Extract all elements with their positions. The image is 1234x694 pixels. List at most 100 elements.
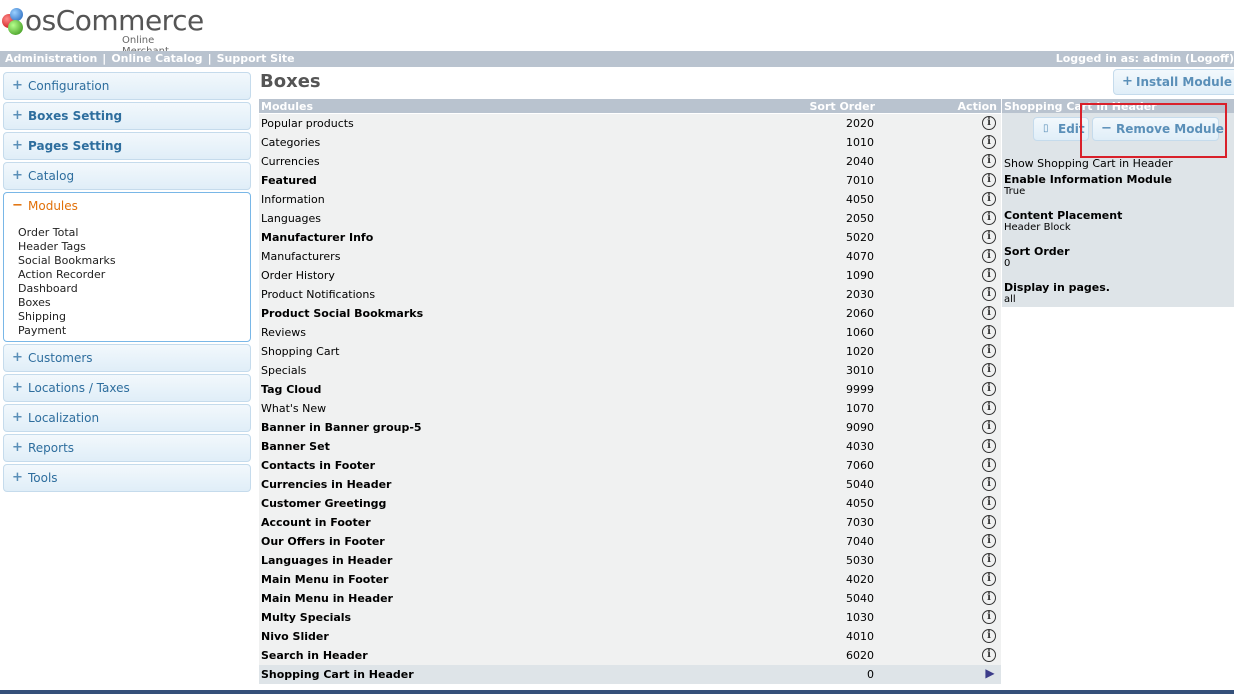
sidebar-item-configuration[interactable]: + Configuration bbox=[3, 72, 251, 100]
submenu-item-shipping[interactable]: Shipping bbox=[18, 310, 116, 324]
table-row[interactable]: Tag Cloud 9999 i bbox=[259, 380, 1001, 399]
table-row[interactable]: Currencies in Header 5040 i bbox=[259, 475, 1001, 494]
table-row[interactable]: Nivo Slider 4010 i bbox=[259, 627, 1001, 646]
info-icon[interactable]: i bbox=[982, 610, 996, 624]
table-row[interactable]: Contacts in Footer 7060 i bbox=[259, 456, 1001, 475]
table-row[interactable]: Reviews 1060 i bbox=[259, 323, 1001, 342]
sidebar-item-reports[interactable]: + Reports bbox=[3, 434, 251, 462]
info-icon[interactable]: i bbox=[982, 154, 996, 168]
table-row[interactable]: Search in Header 6020 i bbox=[259, 646, 1001, 665]
table-row[interactable]: Customer Greetingg 4050 i bbox=[259, 494, 1001, 513]
submenu-item-dashboard[interactable]: Dashboard bbox=[18, 282, 116, 296]
info-icon[interactable]: i bbox=[982, 572, 996, 586]
table-row[interactable]: Manufacturer Info 5020 i bbox=[259, 228, 1001, 247]
sidebar-item-locations-taxes[interactable]: + Locations / Taxes bbox=[3, 374, 251, 402]
table-row[interactable]: Popular products 2020 i bbox=[259, 114, 1001, 133]
table-row[interactable]: Banner Set 4030 i bbox=[259, 437, 1001, 456]
info-icon[interactable]: i bbox=[982, 629, 996, 643]
info-icon[interactable]: i bbox=[982, 553, 996, 567]
modules-submenu: Order Total Header Tags Social Bookmarks… bbox=[18, 226, 116, 338]
support-site-link[interactable]: Support Site bbox=[217, 52, 295, 65]
table-row[interactable]: Banner in Banner group-5 9090 i bbox=[259, 418, 1001, 437]
plus-icon: + bbox=[12, 108, 23, 123]
sidebar-item-tools[interactable]: + Tools bbox=[3, 464, 251, 492]
submenu-item-action-recorder[interactable]: Action Recorder bbox=[18, 268, 116, 282]
table-row[interactable]: Languages 2050 i bbox=[259, 209, 1001, 228]
sidebar-item-boxes-setting[interactable]: + Boxes Setting bbox=[3, 102, 251, 130]
sidebar-item-localization[interactable]: + Localization bbox=[3, 404, 251, 432]
table-row-selected[interactable]: Shopping Cart in Header 0 ▶ bbox=[259, 665, 1001, 684]
submenu-item-payment[interactable]: Payment bbox=[18, 324, 116, 338]
info-icon[interactable]: i bbox=[982, 458, 996, 472]
info-icon[interactable]: i bbox=[982, 230, 996, 244]
table-row[interactable]: Our Offers in Footer 7040 i bbox=[259, 532, 1001, 551]
info-icon[interactable]: i bbox=[982, 306, 996, 320]
info-icon[interactable]: i bbox=[982, 363, 996, 377]
field-content-placement: Content Placement Header Block bbox=[1004, 209, 1123, 233]
sidebar-item-modules[interactable]: − Modules Order Total Header Tags Social … bbox=[3, 192, 251, 342]
info-icon[interactable]: i bbox=[982, 439, 996, 453]
minus-icon: − bbox=[12, 198, 23, 213]
submenu-item-boxes[interactable]: Boxes bbox=[18, 296, 116, 310]
submenu-item-social-bookmarks[interactable]: Social Bookmarks bbox=[18, 254, 116, 268]
info-icon[interactable]: i bbox=[982, 534, 996, 548]
sidebar-item-pages-setting[interactable]: + Pages Setting bbox=[3, 132, 251, 160]
plus-icon: + bbox=[12, 350, 23, 365]
table-row[interactable]: Categories 1010 i bbox=[259, 133, 1001, 152]
column-header-modules: Modules bbox=[261, 100, 313, 113]
plus-icon: + bbox=[1122, 74, 1133, 89]
table-row[interactable]: Languages in Header 5030 i bbox=[259, 551, 1001, 570]
plus-icon: + bbox=[12, 440, 23, 455]
info-icon[interactable]: i bbox=[982, 116, 996, 130]
table-row[interactable]: Featured 7010 i bbox=[259, 171, 1001, 190]
table-row[interactable]: Account in Footer 7030 i bbox=[259, 513, 1001, 532]
oscommerce-logo[interactable]: osCommerce Online Merchant bbox=[0, 4, 204, 57]
info-icon[interactable]: i bbox=[982, 344, 996, 358]
modules-table-body: Popular products 2020 i Categories 1010 i Cu… bbox=[259, 114, 1001, 684]
table-row[interactable]: Information 4050 i bbox=[259, 190, 1001, 209]
info-icon[interactable]: i bbox=[982, 515, 996, 529]
sidebar-item-customers[interactable]: + Customers bbox=[3, 344, 251, 372]
header: osCommerce Online Merchant bbox=[0, 0, 1234, 57]
submenu-item-order-total[interactable]: Order Total bbox=[18, 226, 116, 240]
plus-icon: + bbox=[12, 168, 23, 183]
info-icon[interactable]: i bbox=[982, 173, 996, 187]
info-icon[interactable]: i bbox=[982, 648, 996, 662]
table-row[interactable]: Order History 1090 i bbox=[259, 266, 1001, 285]
info-icon[interactable]: i bbox=[982, 477, 996, 491]
info-icon[interactable]: i bbox=[982, 135, 996, 149]
table-row[interactable]: Currencies 2040 i bbox=[259, 152, 1001, 171]
table-row[interactable]: Multy Specials 1030 i bbox=[259, 608, 1001, 627]
info-icon[interactable]: i bbox=[982, 382, 996, 396]
table-row[interactable]: Shopping Cart 1020 i bbox=[259, 342, 1001, 361]
table-row[interactable]: Manufacturers 4070 i bbox=[259, 247, 1001, 266]
info-icon[interactable]: i bbox=[982, 249, 996, 263]
table-row[interactable]: Main Menu in Header 5040 i bbox=[259, 589, 1001, 608]
table-row[interactable]: Product Social Bookmarks 2060 i bbox=[259, 304, 1001, 323]
online-catalog-link[interactable]: Online Catalog bbox=[111, 52, 202, 65]
table-row[interactable]: What's New 1070 i bbox=[259, 399, 1001, 418]
sidebar: + Configuration + Boxes Setting + Pages Set… bbox=[3, 72, 251, 494]
sidebar-item-catalog[interactable]: + Catalog bbox=[3, 162, 251, 190]
table-row[interactable]: Main Menu in Footer 4020 i bbox=[259, 570, 1001, 589]
info-icon[interactable]: i bbox=[982, 591, 996, 605]
top-nav-bar: Administration | Online Catalog | Support Si… bbox=[0, 51, 1234, 67]
column-header-sort-order: Sort Order bbox=[809, 100, 875, 113]
info-icon[interactable]: i bbox=[982, 420, 996, 434]
submenu-item-header-tags[interactable]: Header Tags bbox=[18, 240, 116, 254]
info-icon[interactable]: i bbox=[982, 211, 996, 225]
plus-icon: + bbox=[12, 138, 23, 153]
info-icon[interactable]: i bbox=[982, 325, 996, 339]
info-icon[interactable]: i bbox=[982, 192, 996, 206]
install-module-button[interactable]: +Install Module (0) bbox=[1113, 69, 1234, 95]
info-icon[interactable]: i bbox=[982, 496, 996, 510]
table-row[interactable]: Product Notifications 2030 i bbox=[259, 285, 1001, 304]
info-icon[interactable]: i bbox=[982, 401, 996, 415]
table-row[interactable]: Specials 3010 i bbox=[259, 361, 1001, 380]
logged-in-status[interactable]: Logged in as: admin (Logoff) bbox=[1056, 52, 1234, 65]
administration-link[interactable]: Administration bbox=[5, 52, 97, 65]
info-icon[interactable]: i bbox=[982, 268, 996, 282]
plus-icon: + bbox=[12, 78, 23, 93]
plus-icon: + bbox=[12, 380, 23, 395]
info-icon[interactable]: i bbox=[982, 287, 996, 301]
